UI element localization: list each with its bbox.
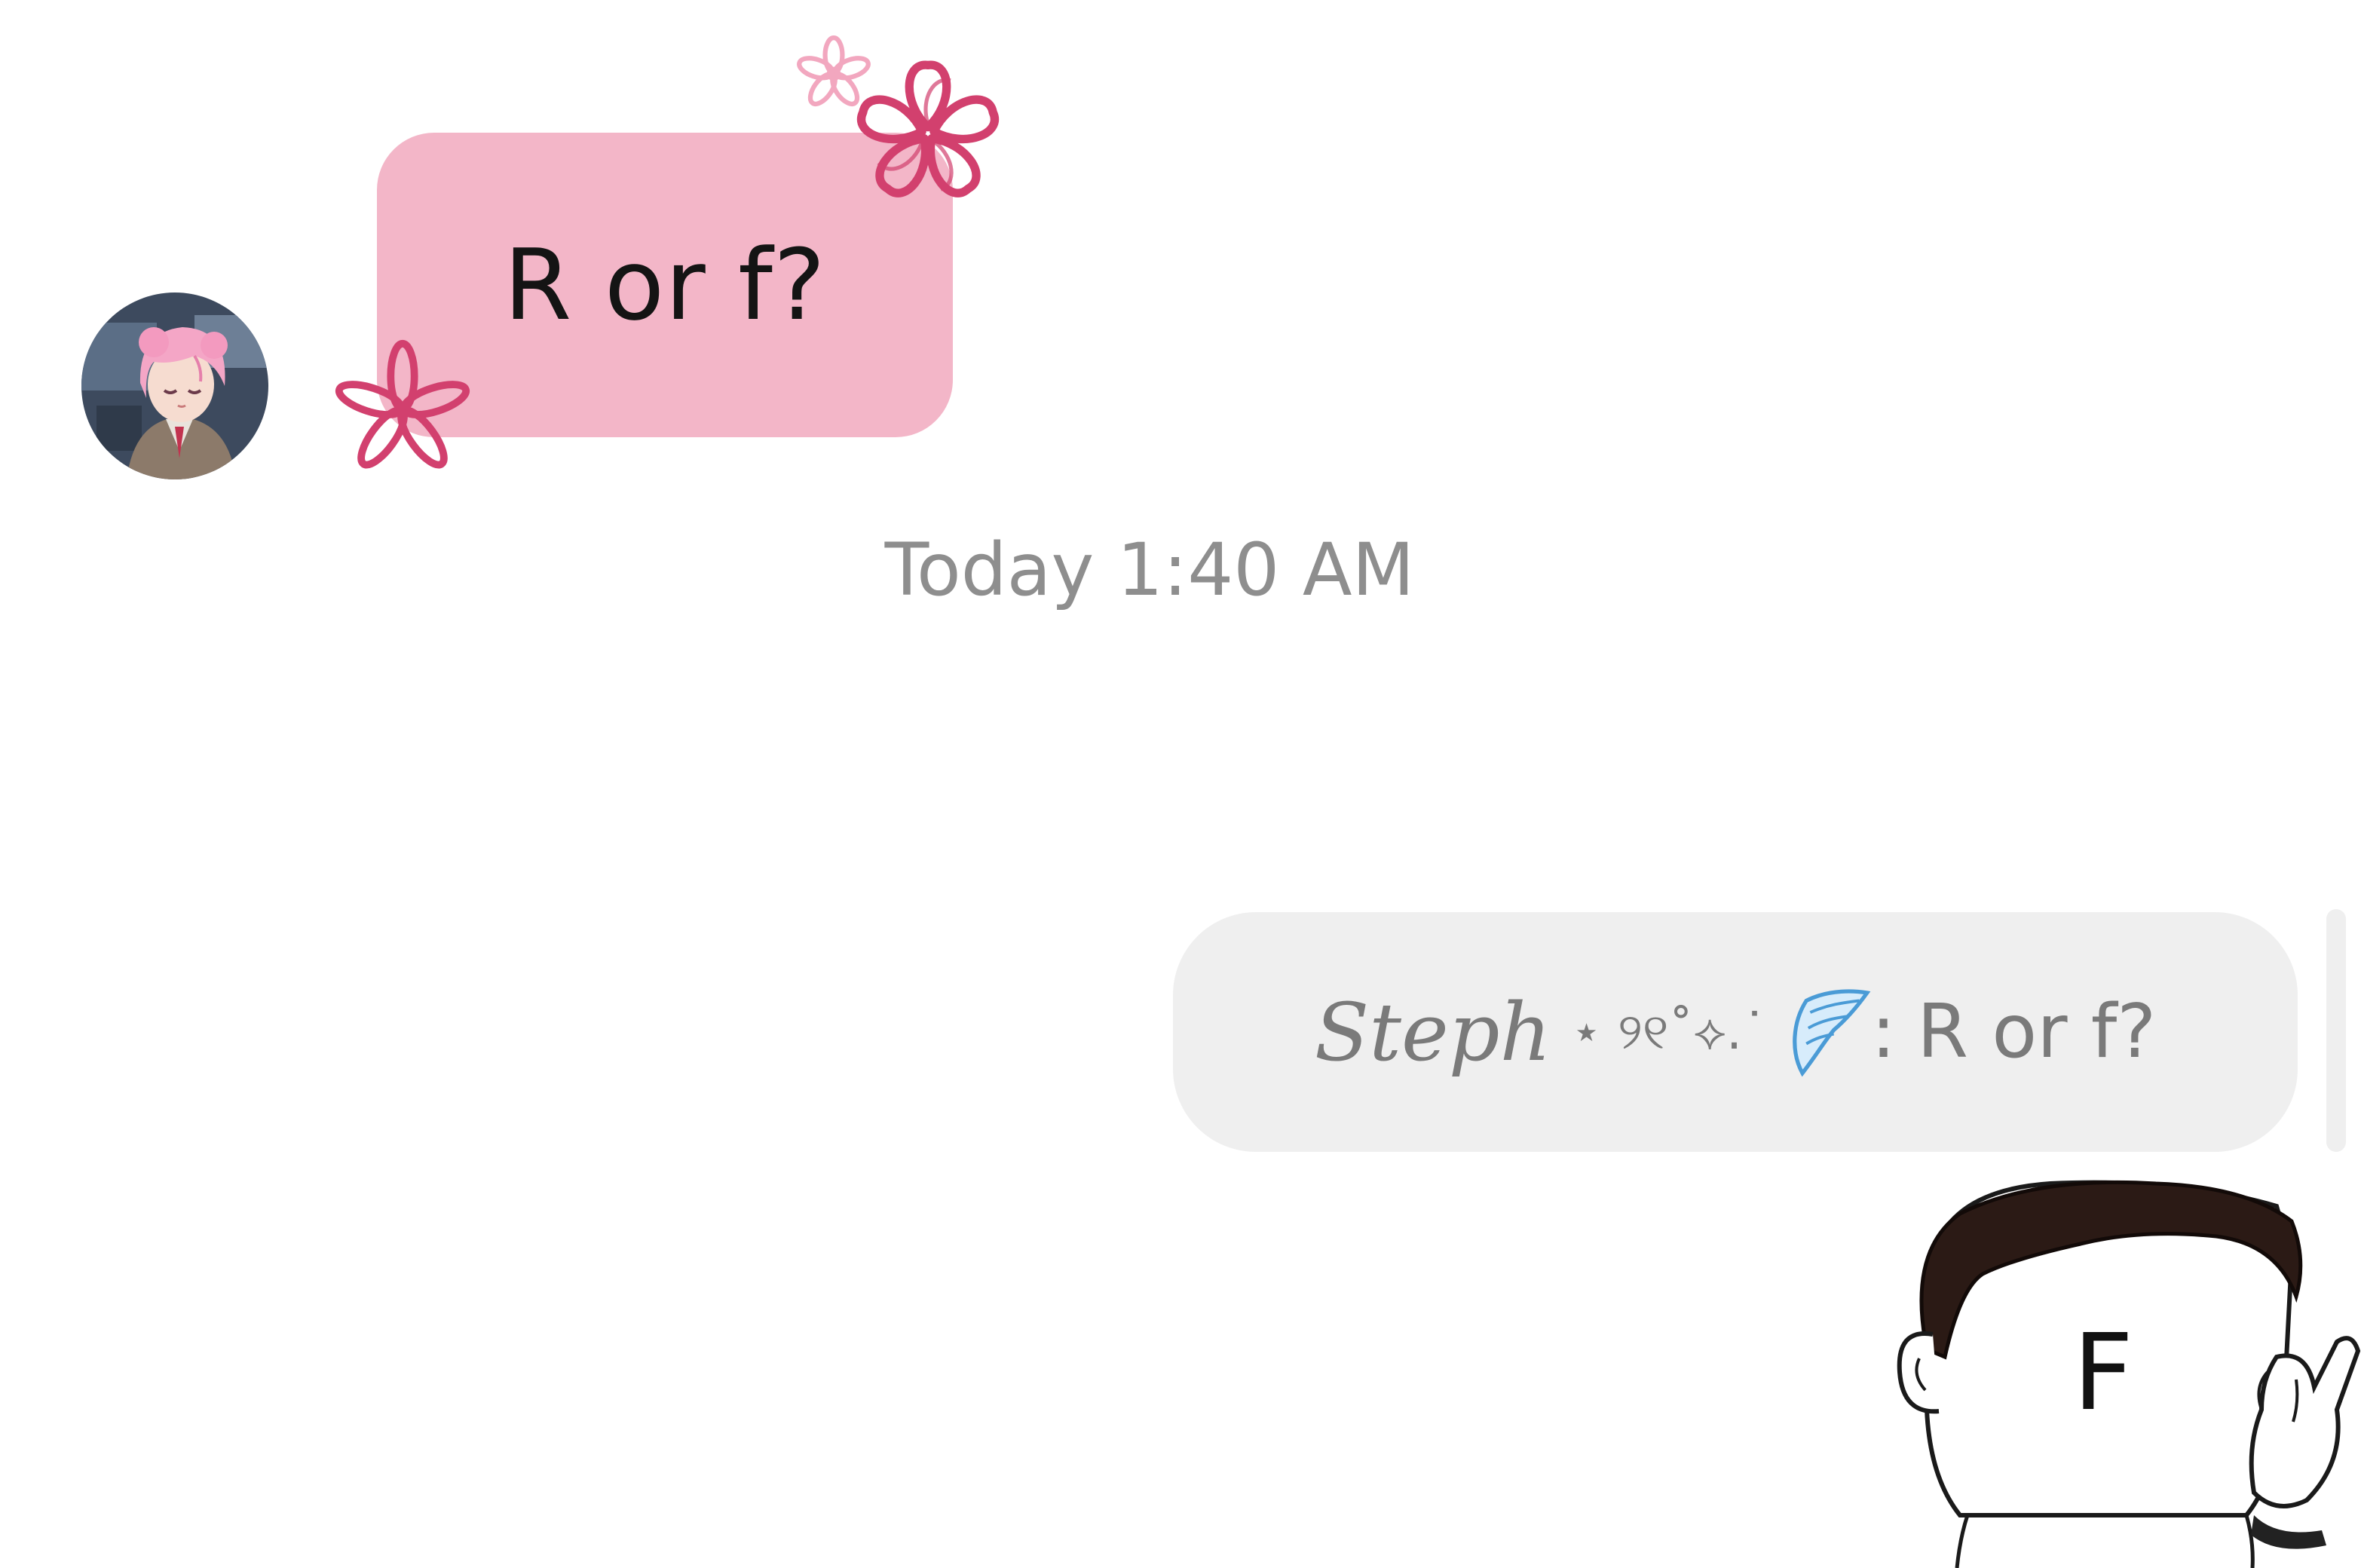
reply-separator: :	[1871, 989, 1897, 1075]
reply-indicator-bar	[2326, 909, 2346, 1152]
reply-preview-bubble[interactable]: Steph ⋆ ୨୧˚⟡.˙ : R or f?	[1173, 912, 2298, 1152]
incoming-message-text: R or f?	[504, 228, 826, 342]
reply-author-name: Steph	[1314, 985, 1551, 1079]
flower-sticker-icon	[335, 339, 470, 469]
sticker-reply-text: F	[2072, 1312, 2134, 1435]
flower-sticker-icon	[857, 60, 999, 198]
message-timestamp: Today 1:40 AM	[884, 528, 1415, 612]
reply-preview-text: R or f?	[1917, 989, 2157, 1075]
angel-wing-icon	[1793, 989, 1871, 1077]
sender-avatar[interactable]	[81, 292, 268, 479]
anime-girl-avatar-icon	[81, 292, 268, 479]
reply-author-decoration: ⋆ ୨୧˚⟡.˙	[1570, 1002, 1768, 1061]
